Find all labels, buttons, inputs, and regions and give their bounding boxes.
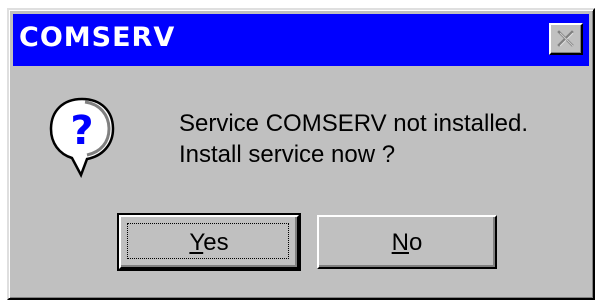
no-label-rest: o <box>408 229 423 256</box>
no-button-label: No <box>319 229 495 257</box>
message-line-1: Service COMSERV not installed. <box>179 110 529 137</box>
yes-mnemonic: Y <box>189 229 204 256</box>
dialog-title: COMSERV <box>19 22 176 53</box>
yes-button[interactable]: Yes <box>117 213 301 271</box>
message-line-2: Install service now ? <box>179 141 396 168</box>
close-x-icon <box>557 30 574 47</box>
svg-text:?: ? <box>70 108 93 154</box>
title-bar[interactable]: COMSERV <box>13 14 589 66</box>
no-mnemonic: N <box>391 229 409 256</box>
yes-button-label: Yes <box>121 229 297 257</box>
message-text: Service COMSERV not installed. Install s… <box>179 108 528 170</box>
close-button[interactable] <box>549 23 583 55</box>
no-button[interactable]: No <box>317 215 497 269</box>
message-dialog: COMSERV ? Service COMSERV not installed.… <box>7 8 595 300</box>
yes-label-rest: es <box>203 229 229 256</box>
question-mark-icon: ? <box>49 97 115 178</box>
